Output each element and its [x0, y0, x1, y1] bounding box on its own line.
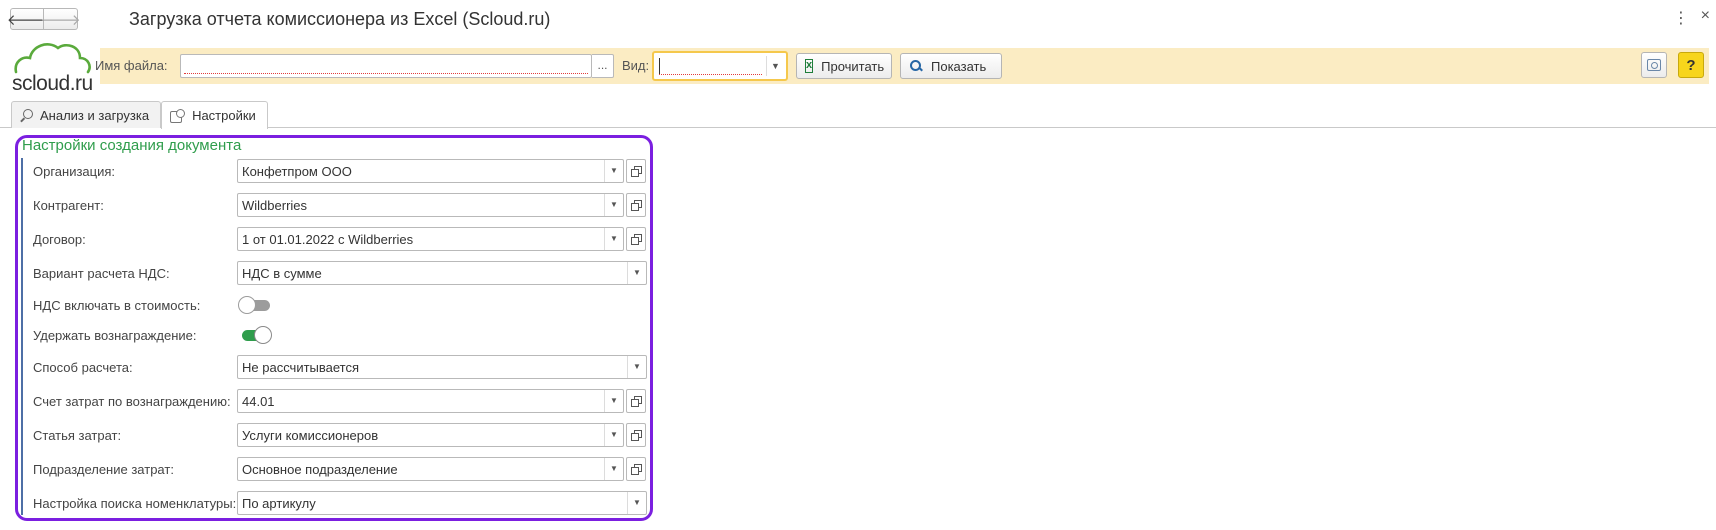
more-menu-icon[interactable]: ⋮ — [1673, 8, 1689, 28]
vid-input[interactable] — [657, 56, 764, 76]
tab-bar: Анализ и загрузка Настройки — [11, 101, 268, 129]
expense-account-label: Счет затрат по вознаграждению: — [33, 394, 231, 409]
required-underline — [659, 74, 762, 75]
chevron-down-icon[interactable]: ▼ — [627, 492, 646, 514]
excel-icon: x — [805, 59, 814, 73]
chevron-down-icon[interactable]: ▼ — [766, 56, 784, 76]
settings-icon — [1647, 59, 1661, 71]
open-icon — [631, 200, 642, 211]
expense-department-label: Подразделение затрат: — [33, 462, 174, 477]
expense-item-field[interactable]: Услуги комиссионеров ▼ — [237, 423, 624, 447]
tab-analysis[interactable]: Анализ и загрузка — [11, 101, 162, 128]
open-icon — [631, 234, 642, 245]
nomenclature-search-label: Настройка поиска номенклатуры: — [33, 496, 237, 511]
file-name-label: Имя файла: — [95, 58, 168, 73]
calc-method-select[interactable]: Не рассчитывается ▼ — [237, 355, 647, 379]
vat-calc-select[interactable]: НДС в сумме ▼ — [237, 261, 647, 285]
withhold-reward-toggle[interactable] — [238, 326, 272, 344]
vat-include-label: НДС включать в стоимость: — [33, 298, 201, 313]
expense-department-field[interactable]: Основное подразделение ▼ — [237, 457, 624, 481]
expense-account-field[interactable]: 44.01 ▼ — [237, 389, 624, 413]
nomenclature-search-select[interactable]: По артикулу ▼ — [237, 491, 647, 515]
show-button[interactable]: Показать — [900, 53, 1002, 79]
contract-open-button[interactable] — [626, 227, 646, 251]
form-settings-button[interactable] — [1641, 52, 1667, 78]
expense-department-open-button[interactable] — [626, 457, 646, 481]
window-title: Загрузка отчета комиссионера из Excel (S… — [129, 9, 551, 29]
required-underline — [184, 73, 588, 74]
organization-open-button[interactable] — [626, 159, 646, 183]
contract-label: Договор: — [33, 232, 86, 247]
expense-item-label: Статья затрат: — [33, 428, 122, 443]
help-button[interactable]: ? — [1678, 52, 1704, 78]
chevron-down-icon[interactable]: ▼ — [604, 458, 623, 480]
group-indent-bar — [21, 158, 23, 515]
tab-settings[interactable]: Настройки — [161, 101, 268, 129]
close-icon[interactable]: × — [1701, 7, 1710, 25]
vid-select[interactable]: ▼ — [652, 51, 788, 81]
calc-method-label: Способ расчета: — [33, 360, 133, 375]
vat-calc-label: Вариант расчета НДС: — [33, 266, 170, 281]
chevron-down-icon[interactable]: ▼ — [604, 424, 623, 446]
expense-item-open-button[interactable] — [626, 423, 646, 447]
counterparty-label: Контрагент: — [33, 198, 104, 213]
search-icon — [20, 108, 33, 122]
open-icon — [631, 166, 642, 177]
read-button[interactable]: x Прочитать — [796, 53, 892, 79]
text-caret — [659, 58, 660, 74]
back-button[interactable]: 🡐 — [7, 8, 47, 30]
search-icon — [909, 59, 923, 73]
chevron-down-icon[interactable]: ▼ — [627, 262, 646, 284]
organization-field[interactable]: Конфетпром ООО ▼ — [237, 159, 624, 183]
contract-field[interactable]: 1 от 01.01.2022 с Wildberries ▼ — [237, 227, 624, 251]
settings-icon — [170, 109, 186, 123]
chevron-down-icon[interactable]: ▼ — [604, 390, 623, 412]
chevron-down-icon[interactable]: ▼ — [627, 356, 646, 378]
expense-account-open-button[interactable] — [626, 389, 646, 413]
organization-label: Организация: — [33, 164, 116, 179]
file-name-input[interactable] — [180, 54, 592, 78]
counterparty-open-button[interactable] — [626, 193, 646, 217]
withhold-reward-label: Удержать вознаграждение: — [33, 328, 197, 343]
open-icon — [631, 464, 642, 475]
open-icon — [631, 396, 642, 407]
group-title: Настройки создания документа — [22, 137, 242, 154]
arrow-right-icon: 🡒 — [40, 11, 81, 29]
file-browse-button[interactable]: ... — [592, 54, 614, 78]
navigation-buttons: 🡐 🡒 — [7, 8, 81, 30]
counterparty-field[interactable]: Wildberries ▼ — [237, 193, 624, 217]
chevron-down-icon[interactable]: ▼ — [604, 194, 623, 216]
chevron-down-icon[interactable]: ▼ — [604, 160, 623, 182]
open-icon — [631, 430, 642, 441]
vat-include-toggle[interactable] — [238, 296, 272, 314]
logo-text: scloud.ru — [12, 72, 93, 95]
forward-button[interactable]: 🡒 — [40, 8, 81, 30]
vid-label: Вид: — [622, 58, 650, 73]
command-bar: Имя файла: ... Вид: ▼ x Прочитать Показа… — [95, 48, 1709, 84]
chevron-down-icon[interactable]: ▼ — [604, 228, 623, 250]
